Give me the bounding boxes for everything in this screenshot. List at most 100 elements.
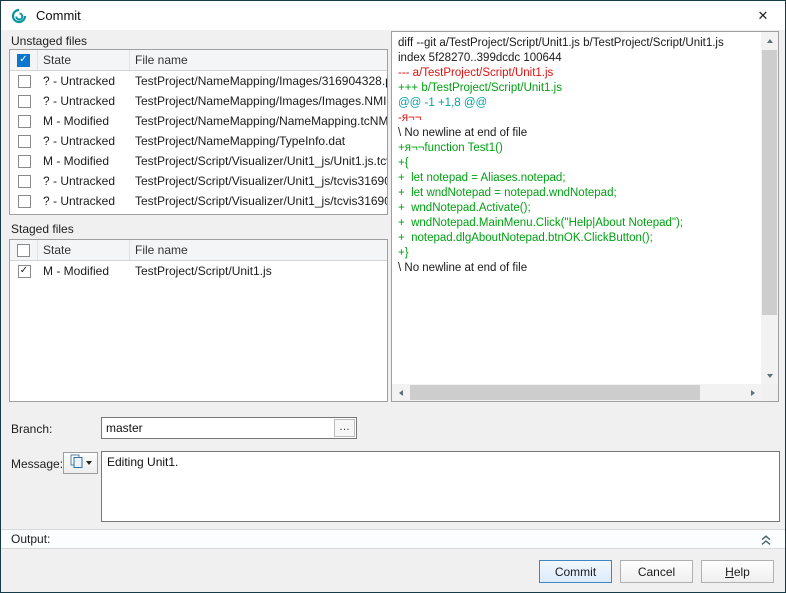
diff-line: +}	[398, 246, 761, 261]
commit-message-input[interactable]: Editing Unit1.	[101, 451, 780, 522]
branch-field: …	[101, 417, 357, 439]
output-section-bar: Output:	[1, 529, 785, 549]
diff-line: \ No newline at end of file	[398, 126, 761, 141]
file-checkbox[interactable]	[18, 95, 31, 108]
file-state: M - Modified	[38, 261, 130, 281]
column-header-state[interactable]: State	[38, 50, 130, 70]
diff-line: \ No newline at end of file	[398, 261, 761, 276]
unstaged-rows: ? - UntrackedTestProject/NameMapping/Ima…	[10, 71, 387, 211]
file-row[interactable]: ? - UntrackedTestProject/NameMapping/Ima…	[10, 91, 387, 111]
message-label: Message:	[11, 457, 63, 471]
select-all-cell	[10, 240, 38, 260]
scroll-up-icon[interactable]	[761, 32, 778, 49]
file-name: TestProject/Script/Visualizer/Unit1_js/U…	[130, 151, 387, 171]
file-row[interactable]: ✓ M - ModifiedTestProject/Script/Unit1.js	[10, 261, 387, 281]
commit-button-label: Commit	[555, 565, 596, 579]
file-checkbox[interactable]: ✓	[18, 265, 31, 278]
message-history-button[interactable]	[63, 452, 98, 474]
unstaged-files-table: ✓ State File name ? - UntrackedTestProje…	[9, 49, 388, 215]
column-header-state[interactable]: State	[38, 240, 130, 260]
horizontal-scrollbar-thumb[interactable]	[410, 385, 700, 400]
diff-line: + wndNotepad.MainMenu.Click("Help|About …	[398, 216, 761, 231]
help-button-label: Help	[725, 565, 750, 579]
file-name: TestProject/Script/Visualizer/Unit1_js/t…	[130, 171, 387, 191]
file-state: ? - Untracked	[38, 171, 130, 191]
file-state: ? - Untracked	[38, 191, 130, 211]
file-state: ? - Untracked	[38, 91, 130, 111]
file-name: TestProject/Script/Visualizer/Unit1_js/t…	[130, 191, 387, 211]
select-all-cell: ✓	[10, 50, 38, 70]
scroll-right-icon[interactable]	[744, 384, 761, 401]
diff-line: + wndNotepad.Activate();	[398, 201, 761, 216]
file-name: TestProject/NameMapping/Images/Images.NM…	[130, 91, 387, 111]
file-row[interactable]: ? - UntrackedTestProject/Script/Visualiz…	[10, 171, 387, 191]
diff-line: + let wndNotepad = notepad.wndNotepad;	[398, 186, 761, 201]
cancel-button-label: Cancel	[638, 565, 675, 579]
diff-line: -я¬¬	[398, 111, 761, 126]
commit-dialog: Commit ✕ Unstaged files ✓ State File nam…	[0, 0, 786, 593]
branch-browse-button[interactable]: …	[334, 419, 355, 437]
file-checkbox-cell	[10, 191, 38, 211]
branch-label: Branch:	[11, 422, 52, 436]
file-checkbox-cell	[10, 151, 38, 171]
diff-view[interactable]: diff --git a/TestProject/Script/Unit1.js…	[391, 31, 779, 402]
file-checkbox-cell: ✓	[10, 261, 38, 281]
file-row[interactable]: ? - UntrackedTestProject/Script/Visualiz…	[10, 191, 387, 211]
file-row[interactable]: ? - UntrackedTestProject/NameMapping/Typ…	[10, 131, 387, 151]
diff-line: @@ -1 +1,8 @@	[398, 96, 761, 111]
diff-line: +++ b/TestProject/Script/Unit1.js	[398, 81, 761, 96]
commit-button[interactable]: Commit	[539, 560, 612, 583]
file-state: M - Modified	[38, 151, 130, 171]
unstaged-table-header: ✓ State File name	[10, 50, 387, 71]
diff-line: index 5f28270..399dcdc 100644	[398, 51, 761, 66]
diff-line: + let notepad = Aliases.notepad;	[398, 171, 761, 186]
file-checkbox-cell	[10, 111, 38, 131]
file-checkbox[interactable]	[18, 175, 31, 188]
file-row[interactable]: ? - UntrackedTestProject/NameMapping/Ima…	[10, 71, 387, 91]
diff-content: diff --git a/TestProject/Script/Unit1.js…	[393, 33, 761, 384]
scroll-down-icon[interactable]	[761, 367, 778, 384]
diff-line: diff --git a/TestProject/Script/Unit1.js…	[398, 36, 761, 51]
file-checkbox-cell	[10, 171, 38, 191]
file-state: ? - Untracked	[38, 131, 130, 151]
file-checkbox[interactable]	[18, 115, 31, 128]
file-checkbox[interactable]	[18, 135, 31, 148]
file-checkbox[interactable]	[18, 195, 31, 208]
file-checkbox[interactable]	[18, 155, 31, 168]
select-all-checkbox[interactable]: ✓	[17, 54, 30, 67]
file-checkbox[interactable]	[18, 75, 31, 88]
output-label: Output:	[11, 532, 50, 546]
chevron-down-icon	[86, 461, 92, 465]
unstaged-files-label: Unstaged files	[11, 34, 87, 48]
vertical-scrollbar[interactable]	[761, 32, 778, 384]
cancel-button[interactable]: Cancel	[620, 560, 693, 583]
vertical-scrollbar-thumb[interactable]	[762, 50, 777, 315]
select-all-checkbox[interactable]	[17, 244, 30, 257]
file-checkbox-cell	[10, 91, 38, 111]
scroll-left-icon[interactable]	[392, 384, 409, 401]
file-name: TestProject/Script/Unit1.js	[130, 261, 387, 281]
diff-line: +{	[398, 156, 761, 171]
close-icon[interactable]: ✕	[754, 8, 772, 24]
file-checkbox-cell	[10, 71, 38, 91]
file-row[interactable]: M - ModifiedTestProject/Script/Visualize…	[10, 151, 387, 171]
staged-files-label: Staged files	[11, 222, 74, 236]
testcomplete-logo-icon	[11, 8, 27, 24]
file-row[interactable]: M - ModifiedTestProject/NameMapping/Name…	[10, 111, 387, 131]
collapse-chevrons-icon[interactable]	[759, 534, 773, 546]
staged-files-table: State File name ✓ M - ModifiedTestProject…	[9, 239, 388, 402]
diff-line: +я¬¬function Test1()	[398, 141, 761, 156]
diff-line: --- a/TestProject/Script/Unit1.js	[398, 66, 761, 81]
column-header-filename[interactable]: File name	[130, 240, 387, 260]
file-state: ? - Untracked	[38, 71, 130, 91]
staged-table-header: State File name	[10, 240, 387, 261]
paste-message-icon	[70, 454, 83, 473]
file-checkbox-cell	[10, 131, 38, 151]
file-name: TestProject/NameMapping/NameMapping.tcNM	[130, 111, 387, 131]
diff-line: + notepad.dlgAboutNotepad.btnOK.ClickBut…	[398, 231, 761, 246]
horizontal-scrollbar[interactable]	[392, 384, 761, 401]
help-button[interactable]: Help	[701, 560, 774, 583]
column-header-filename[interactable]: File name	[130, 50, 387, 70]
title-bar: Commit ✕	[1, 1, 785, 30]
branch-input[interactable]	[102, 418, 332, 438]
